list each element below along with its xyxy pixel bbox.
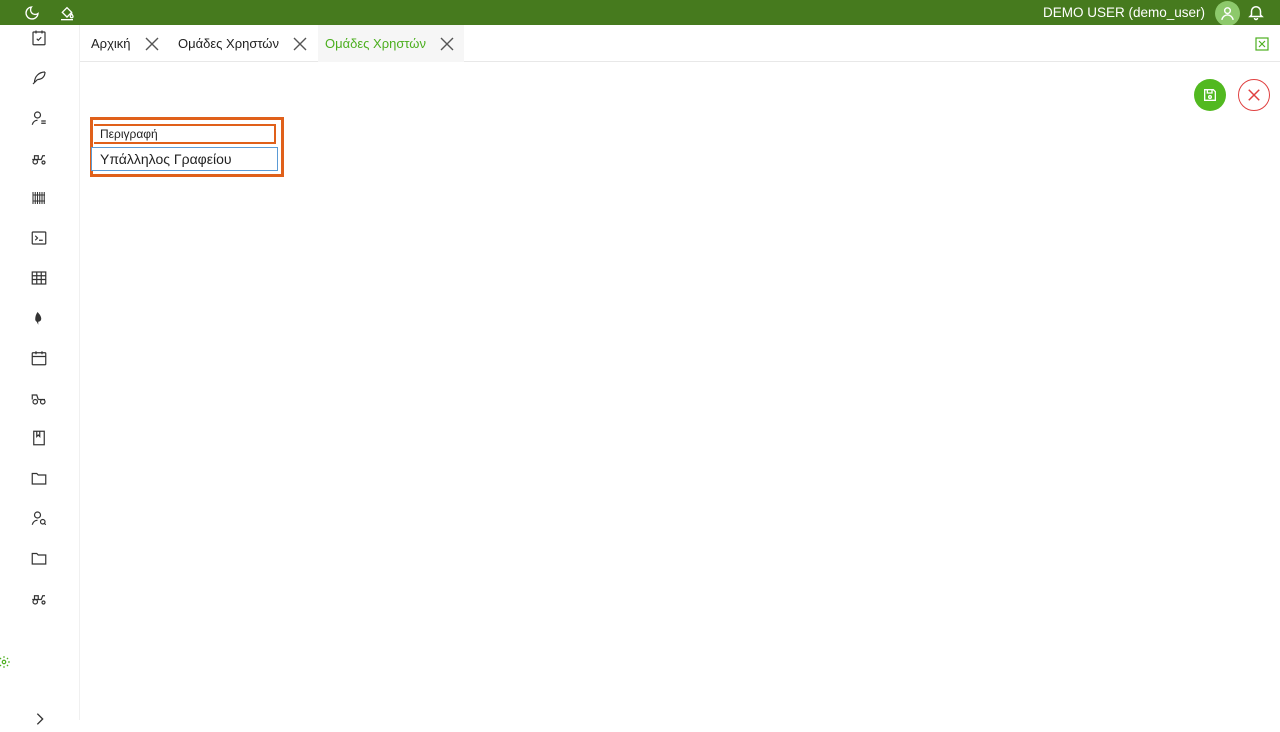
barcode-icon[interactable] (28, 187, 50, 209)
tractor-icon[interactable] (28, 587, 50, 609)
tractor-trailer-icon[interactable] (28, 387, 50, 409)
folder-icon[interactable] (28, 467, 50, 489)
calendar-icon[interactable] (28, 347, 50, 369)
close-icon[interactable] (440, 37, 454, 51)
feather-icon[interactable] (28, 67, 50, 89)
calendar-check-icon[interactable] (28, 27, 50, 49)
user-search-icon[interactable] (28, 507, 50, 529)
table-icon[interactable] (28, 267, 50, 289)
tab-home[interactable]: Αρχική (91, 25, 159, 62)
excel-icon[interactable] (1255, 37, 1269, 51)
moon-icon[interactable] (20, 0, 44, 25)
description-input[interactable] (91, 147, 278, 171)
close-icon[interactable] (293, 37, 307, 51)
user-name[interactable]: DEMO USER (demo_user) (1043, 0, 1205, 25)
close-icon (1248, 89, 1260, 101)
gear-icon[interactable] (0, 655, 12, 669)
tab-label: Ομάδες Χρηστών (325, 36, 426, 51)
description-label: Περιγραφή (100, 127, 158, 141)
save-button[interactable] (1194, 79, 1226, 111)
droplet-icon[interactable] (28, 307, 50, 329)
user-list-icon[interactable] (28, 107, 50, 129)
user-avatar-icon[interactable] (1215, 1, 1240, 26)
paint-bucket-icon[interactable] (55, 0, 79, 25)
save-icon (1204, 89, 1216, 101)
tractor-icon[interactable] (28, 147, 50, 169)
close-icon[interactable] (145, 37, 159, 51)
terminal-icon[interactable] (28, 227, 50, 249)
book-icon[interactable] (28, 427, 50, 449)
tab-bar: Αρχική Ομάδες Χρηστών Ομάδες Χρηστών (80, 25, 1280, 62)
chevron-right-icon[interactable] (32, 711, 48, 727)
sidebar (0, 25, 80, 725)
close-button[interactable] (1238, 79, 1270, 111)
tab-user-groups[interactable]: Ομάδες Χρηστών (178, 25, 307, 62)
bell-icon[interactable] (1247, 3, 1265, 21)
top-bar: DEMO USER (demo_user) (0, 0, 1280, 26)
tab-label: Ομάδες Χρηστών (178, 36, 279, 51)
tab-label: Αρχική (91, 36, 131, 51)
folder-icon[interactable] (28, 547, 50, 569)
tab-user-groups-active[interactable]: Ομάδες Χρηστών (318, 25, 464, 62)
